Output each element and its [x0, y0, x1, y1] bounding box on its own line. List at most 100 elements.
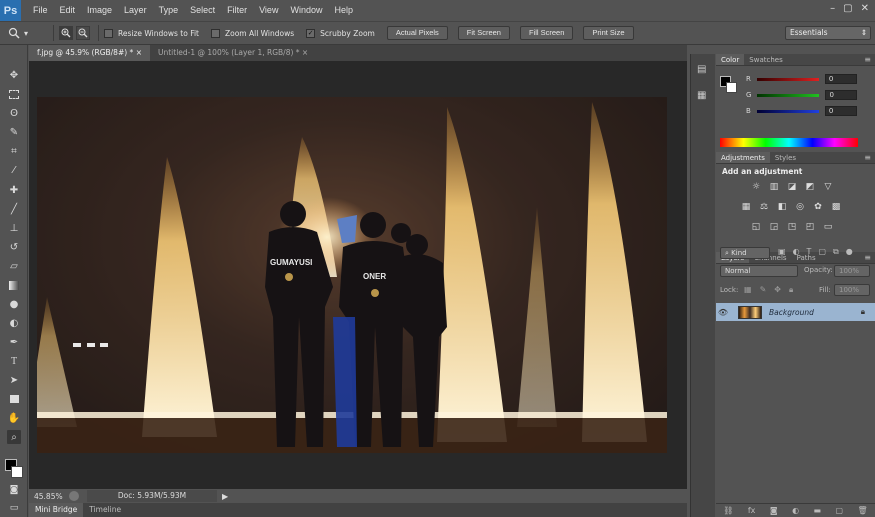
lock-transparent-icon[interactable]: ▦ [744, 285, 752, 295]
tool-preset-picker[interactable]: ▾ [8, 27, 48, 39]
minimize-button[interactable]: – [830, 3, 835, 14]
curves-icon[interactable]: ◪ [786, 181, 798, 193]
green-value-input[interactable]: 0 [825, 90, 858, 100]
brush-tool-icon[interactable]: ╱ [7, 202, 21, 216]
opacity-input[interactable]: 100% [834, 265, 870, 277]
rectangle-tool-icon[interactable] [7, 392, 21, 406]
fill-input[interactable]: 100% [834, 284, 870, 296]
pen-tool-icon[interactable]: ✒ [7, 335, 21, 349]
quick-mask-icon[interactable]: ◙ [7, 483, 21, 497]
workspace-switcher[interactable]: Essentials ⇕ [785, 26, 871, 40]
zoom-out-button[interactable] [76, 26, 90, 40]
close-window-button[interactable]: ✕ [861, 3, 869, 14]
history-brush-tool-icon[interactable]: ↺ [7, 240, 21, 254]
screen-mode-icon[interactable]: ▭ [7, 501, 21, 515]
resize-windows-checkbox[interactable]: Resize Windows to Fit [104, 28, 199, 38]
eyedropper-tool-icon[interactable]: ⁄ [7, 163, 21, 177]
properties-panel-icon[interactable]: ▦ [697, 90, 706, 101]
link-layers-icon[interactable]: ⛓ [723, 506, 733, 515]
clone-stamp-tool-icon[interactable]: ⊥ [7, 221, 21, 235]
type-filter-icon[interactable]: T [807, 247, 812, 257]
background-color-swatch[interactable] [726, 82, 737, 93]
history-panel-icon[interactable]: ▤ [697, 64, 706, 75]
tab-adjustments[interactable]: Adjustments [716, 152, 770, 163]
lock-pixels-icon[interactable]: ✎ [760, 285, 767, 295]
eye-icon[interactable]: 👁︎ [716, 308, 730, 317]
green-slider[interactable] [757, 93, 820, 97]
print-size-button[interactable]: Print Size [583, 26, 634, 40]
tab-color[interactable]: Color [716, 54, 745, 65]
menu-help[interactable]: Help [328, 0, 359, 21]
smart-object-filter-icon[interactable]: ⧉ [833, 247, 839, 257]
checkmark-icon[interactable]: ✓ [306, 28, 316, 38]
zoom-tool-icon[interactable]: ⌕ [7, 430, 21, 444]
color-balance-icon[interactable]: ⚖ [758, 201, 770, 213]
red-slider[interactable] [756, 77, 819, 81]
fit-screen-button[interactable]: Fit Screen [457, 26, 510, 40]
tab-mini-bridge[interactable]: Mini Bridge [29, 503, 84, 517]
hue-saturation-icon[interactable]: ▦ [740, 201, 752, 213]
checkbox-box[interactable] [104, 28, 113, 38]
path-selection-tool-icon[interactable]: ➤ [7, 373, 21, 387]
add-mask-icon[interactable]: ◙ [770, 506, 778, 515]
vibrance-icon[interactable]: ▽ [822, 181, 834, 193]
canvas-area[interactable]: GUMAYUSI ONER [29, 61, 687, 489]
tab-document-untitled[interactable]: Untitled-1 @ 100% (Layer 1, RGB/8) * × [150, 45, 316, 61]
menu-layer[interactable]: Layer [118, 0, 153, 21]
background-color-swatch[interactable] [11, 466, 23, 478]
panel-menu-icon[interactable]: ≡ [864, 152, 871, 164]
red-value-input[interactable]: 0 [824, 74, 857, 84]
blur-tool-icon[interactable]: ● [7, 297, 21, 311]
quick-select-tool-icon[interactable]: ✎ [7, 125, 21, 139]
new-group-icon[interactable]: ▬ [814, 506, 822, 515]
panel-menu-icon[interactable]: ≡ [864, 252, 871, 264]
hand-tool-icon[interactable]: ✋ [7, 411, 21, 425]
zoom-in-button[interactable] [59, 26, 73, 40]
menu-select[interactable]: Select [184, 0, 221, 21]
layer-filter-kind-select[interactable]: ⌕ Kind [720, 247, 770, 259]
color-spectrum-ramp[interactable] [720, 138, 858, 147]
threshold-icon[interactable]: ◳ [786, 221, 798, 233]
delete-layer-icon[interactable]: 🗑︎ [858, 506, 868, 515]
menu-type[interactable]: Type [153, 0, 185, 21]
pixel-filter-icon[interactable]: ▣ [778, 247, 786, 257]
checkbox-box[interactable] [210, 28, 220, 38]
menu-image[interactable]: Image [81, 0, 118, 21]
adjustment-filter-icon[interactable]: ◐ [793, 247, 800, 257]
gradient-tool-icon[interactable] [7, 278, 21, 292]
layer-row-background[interactable]: 👁︎ Background 🔒︎ [716, 303, 875, 321]
new-layer-icon[interactable]: ▢ [836, 506, 844, 515]
tab-timeline[interactable]: Timeline [83, 503, 127, 517]
brightness-contrast-icon[interactable]: ☼ [750, 181, 762, 193]
play-icon[interactable]: ▶ [222, 492, 228, 501]
exposure-icon[interactable]: ◩ [804, 181, 816, 193]
actual-pixels-button[interactable]: Actual Pixels [386, 26, 448, 40]
menu-view[interactable]: View [253, 0, 284, 21]
healing-brush-tool-icon[interactable]: ✚ [7, 183, 21, 197]
tab-document-f[interactable]: f.jpg @ 45.9% (RGB/8#) * × [29, 45, 150, 61]
maximize-button[interactable]: ▢ [843, 3, 852, 14]
menu-window[interactable]: Window [284, 0, 328, 21]
gradient-map-icon[interactable]: ▭ [822, 221, 834, 233]
blue-slider[interactable] [756, 109, 819, 113]
lock-position-icon[interactable]: ✥ [774, 285, 781, 295]
tab-styles[interactable]: Styles [770, 152, 801, 163]
posterize-icon[interactable]: ◲ [768, 221, 780, 233]
menu-file[interactable]: File [27, 0, 54, 21]
move-tool-icon[interactable]: ✥ [7, 68, 21, 82]
crop-tool-icon[interactable]: ⌗ [7, 144, 21, 158]
black-white-icon[interactable]: ◧ [776, 201, 788, 213]
photo-filter-icon[interactable]: ◎ [794, 201, 806, 213]
info-icon[interactable] [69, 491, 79, 501]
filter-toggle-icon[interactable]: ● [846, 247, 853, 257]
new-adjustment-layer-icon[interactable]: ◐ [792, 506, 799, 515]
color-lookup-icon[interactable]: ▩ [830, 201, 842, 213]
selective-color-icon[interactable]: ◰ [804, 221, 816, 233]
zoom-all-windows-checkbox[interactable]: Zoom All Windows [210, 28, 294, 38]
levels-icon[interactable]: ▥ [768, 181, 780, 193]
blend-mode-select[interactable]: Normal [720, 265, 798, 277]
menu-filter[interactable]: Filter [221, 0, 253, 21]
fill-screen-button[interactable]: Fill Screen [519, 26, 574, 40]
eraser-tool-icon[interactable]: ▱ [7, 259, 21, 273]
scrubby-zoom-checkbox[interactable]: ✓ Scrubby Zoom [306, 28, 375, 38]
